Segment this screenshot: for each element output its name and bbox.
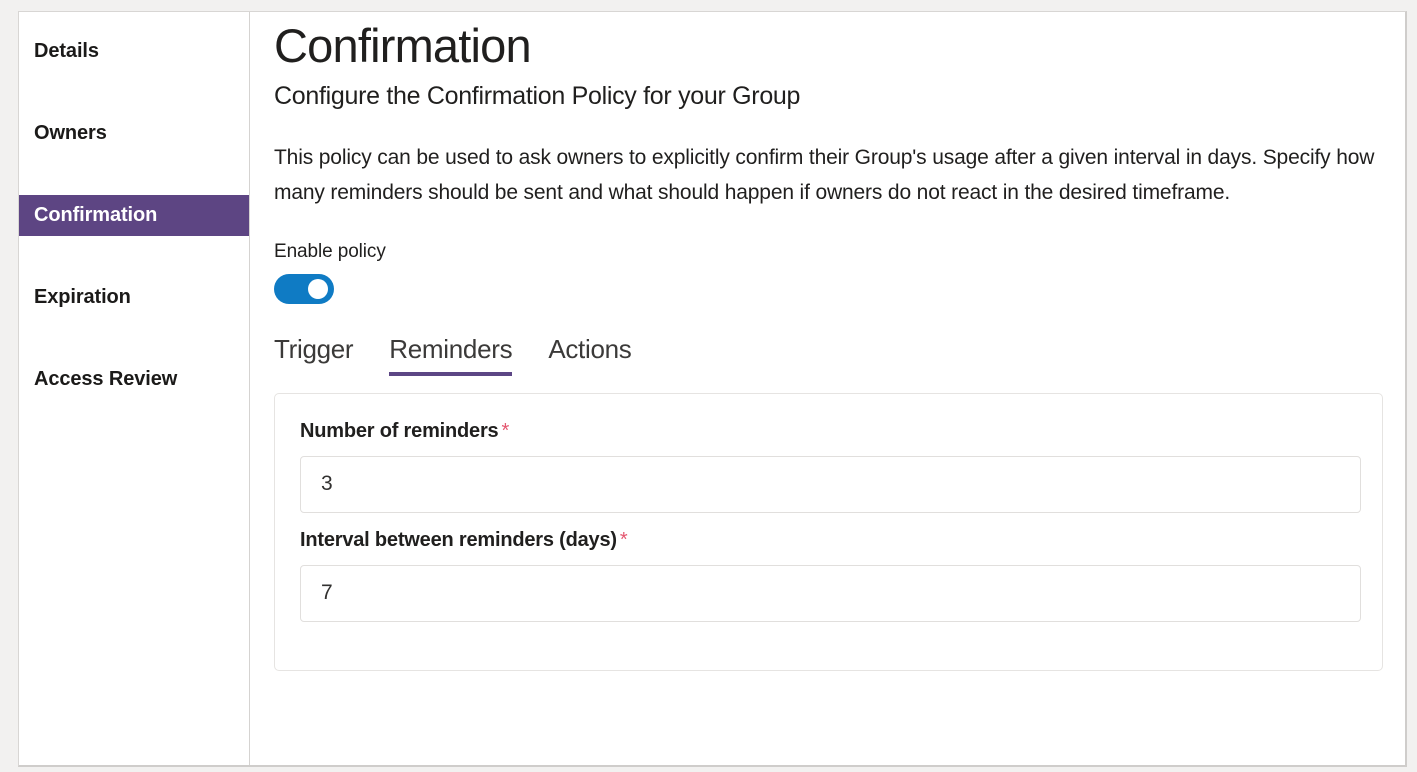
page-title: Confirmation — [274, 19, 532, 72]
reminders-form-card: Number of reminders* Interval between re… — [274, 392, 1383, 671]
tab-reminders[interactable]: Reminders — [389, 333, 513, 376]
required-asterisk-icon: * — [619, 528, 628, 551]
enable-policy-label: Enable policy — [274, 240, 386, 262]
sidebar-item-details[interactable]: Details — [19, 31, 249, 72]
sidebar-item-owners[interactable]: Owners — [19, 113, 249, 154]
tab-actions[interactable]: Actions — [548, 334, 631, 376]
main-content: Confirmation Configure the Confirmation … — [250, 12, 1405, 765]
interval-between-reminders-label: Interval between reminders (days) * — [300, 529, 1357, 552]
required-asterisk-icon: * — [501, 419, 510, 442]
policy-description: This policy can be used to ask owners to… — [274, 145, 1375, 204]
field-number-of-reminders: Number of reminders * — [300, 420, 1361, 513]
tab-bar: Trigger Reminders Actions — [274, 330, 1405, 376]
sidebar-item-label: Access Review — [34, 368, 178, 390]
field-label-text: Number of reminders — [300, 419, 499, 442]
sidebar: Details Owners Confirmation Expiration A… — [19, 12, 250, 765]
tab-trigger[interactable]: Trigger — [274, 333, 354, 376]
tab-label: Reminders — [389, 333, 513, 364]
interval-between-reminders-input[interactable] — [300, 564, 1361, 622]
tab-label: Trigger — [274, 333, 354, 364]
sidebar-item-expiration[interactable]: Expiration — [19, 277, 249, 318]
sidebar-item-access-review[interactable]: Access Review — [19, 359, 249, 400]
sidebar-item-confirmation[interactable]: Confirmation — [19, 195, 249, 236]
settings-panel: Details Owners Confirmation Expiration A… — [18, 11, 1407, 767]
field-interval-between-reminders: Interval between reminders (days) * — [300, 529, 1361, 622]
number-of-reminders-label: Number of reminders * — [300, 420, 1357, 443]
tab-label: Actions — [548, 333, 632, 364]
toggle-knob-icon — [308, 278, 328, 299]
sidebar-item-label: Expiration — [34, 286, 131, 308]
sidebar-item-label: Owners — [34, 122, 107, 144]
sidebar-item-label: Details — [34, 40, 99, 62]
number-of-reminders-input[interactable] — [300, 455, 1361, 513]
sidebar-item-label: Confirmation — [34, 204, 158, 226]
field-label-text: Interval between reminders (days) — [300, 528, 617, 551]
enable-policy-toggle[interactable] — [274, 273, 334, 304]
page-subtitle: Configure the Confirmation Policy for yo… — [274, 81, 801, 110]
